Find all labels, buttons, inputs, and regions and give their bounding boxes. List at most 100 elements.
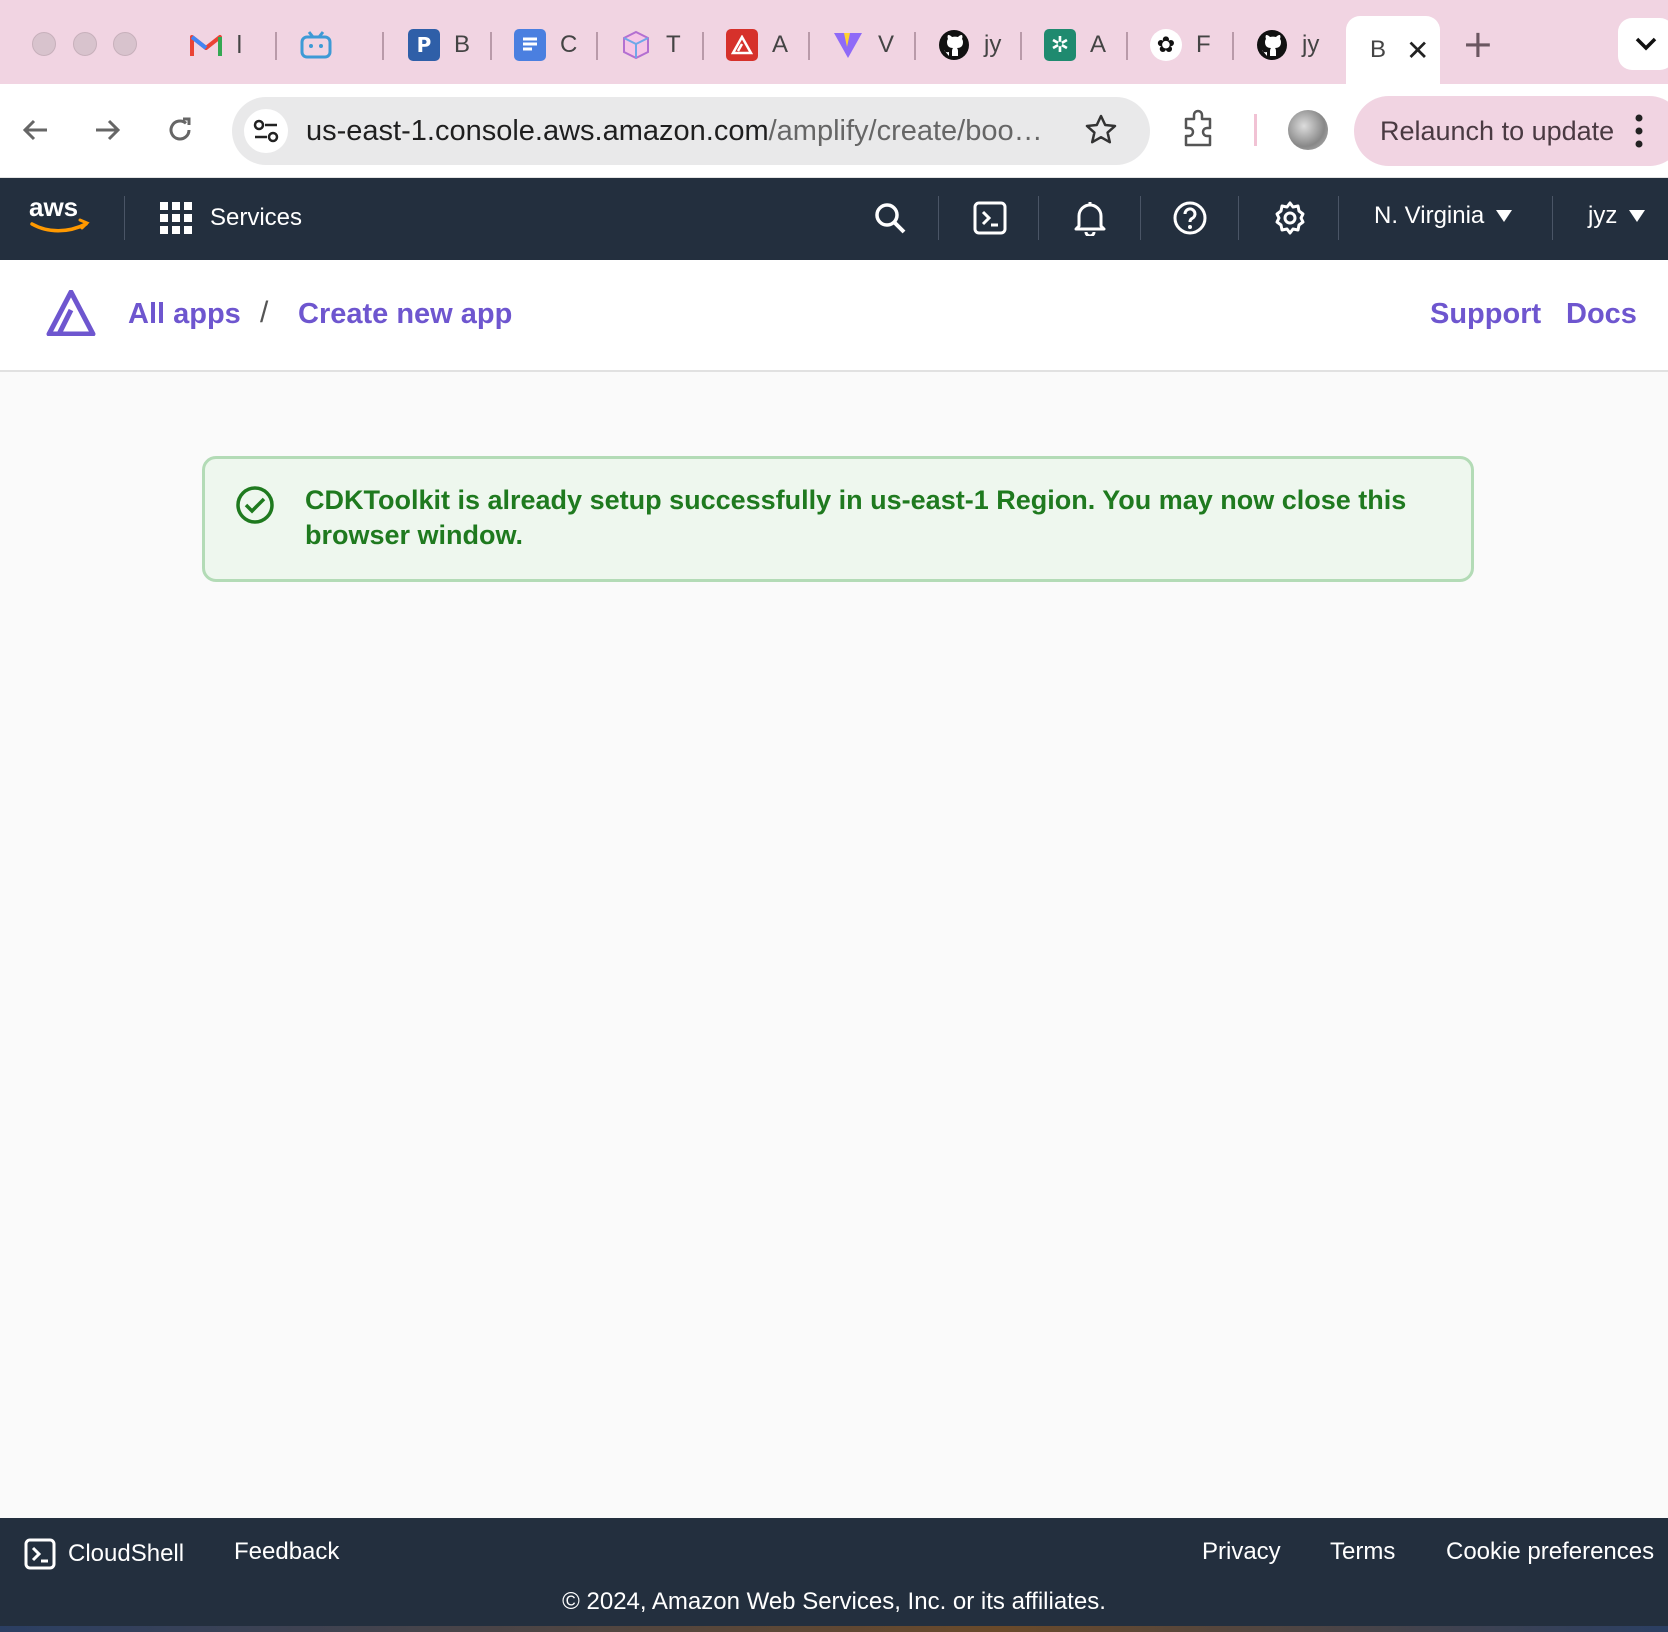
toolbar-separator (1254, 114, 1257, 146)
openai-icon: ✿ (1150, 29, 1182, 61)
notifications-button[interactable] (1070, 198, 1110, 238)
tab-separator (1020, 32, 1022, 60)
search-button[interactable] (870, 198, 910, 238)
address-bar[interactable]: us-east-1.console.aws.amazon.com/amplify… (232, 97, 1150, 165)
browser-tab[interactable]: ✲ A (1030, 24, 1106, 66)
tab-search-button[interactable] (1618, 18, 1668, 70)
browser-tab[interactable]: P B (394, 24, 470, 66)
p-app-icon: P (408, 29, 440, 61)
forward-button[interactable] (85, 108, 129, 152)
copyright-text: © 2024, Amazon Web Services, Inc. or its… (562, 1588, 1106, 1615)
browser-tab[interactable]: jy (1242, 24, 1319, 66)
browser-tab[interactable]: T (606, 24, 681, 66)
site-info-button[interactable] (244, 109, 288, 153)
tab-separator (382, 32, 384, 60)
profile-avatar[interactable] (1288, 110, 1328, 150)
browser-tab-strip: ⅼ P B C T A V jy ✲ A ✿ F jy B ✕ + (0, 0, 1668, 84)
cloudshell-footer-button[interactable]: CloudShell (24, 1538, 184, 1570)
browser-toolbar: us-east-1.console.aws.amazon.com/amplify… (0, 84, 1668, 178)
url-path: /amplify/create/boo… (768, 115, 1043, 147)
help-button[interactable] (1170, 198, 1210, 238)
tab-close-icon[interactable]: ✕ (1406, 34, 1429, 67)
region-label: N. Virginia (1374, 202, 1485, 229)
arrow-left-icon (22, 119, 47, 141)
account-menu[interactable]: jyz (1588, 202, 1646, 230)
nav-divider (1140, 196, 1141, 240)
tab-separator (914, 32, 916, 60)
check-circle-icon (235, 485, 275, 530)
support-link[interactable]: Support (1430, 298, 1541, 331)
more-vertical-icon (1635, 114, 1643, 148)
user-label: jyz (1588, 202, 1618, 229)
tab-separator (1232, 32, 1234, 60)
cookie-preferences-link[interactable]: Cookie preferences (1446, 1538, 1654, 1566)
caret-down-icon (1496, 210, 1513, 222)
tab-separator (275, 32, 277, 60)
caret-down-icon (1629, 210, 1646, 222)
terminal-icon (24, 1538, 56, 1570)
browser-tab[interactable]: jy (924, 24, 1001, 66)
window-zoom-button[interactable] (113, 32, 137, 56)
amplify-red-icon (726, 29, 758, 61)
tune-icon (253, 119, 279, 143)
nav-divider (1552, 196, 1553, 240)
relaunch-label: Relaunch to update (1380, 115, 1615, 146)
new-tab-button[interactable]: + (1462, 22, 1494, 66)
browser-tab[interactable]: A (712, 24, 788, 66)
reload-button[interactable] (158, 108, 202, 152)
tab-title: jy (1302, 31, 1320, 58)
feedback-link[interactable]: Feedback (234, 1538, 339, 1566)
amplify-logo-icon[interactable] (46, 289, 96, 341)
settings-button[interactable] (1270, 198, 1310, 238)
tab-separator (702, 32, 704, 60)
tab-title: A (772, 31, 789, 58)
aws-logo[interactable]: aws (28, 192, 94, 243)
url-host: us-east-1.console.aws.amazon.com (306, 115, 769, 147)
browser-tab[interactable]: ⅼ (176, 24, 243, 66)
breadcrumb-create-new-app[interactable]: Create new app (298, 298, 512, 331)
privacy-link[interactable]: Privacy (1202, 1538, 1281, 1566)
relaunch-to-update-button[interactable]: Relaunch to update (1354, 96, 1668, 166)
active-browser-tab[interactable]: B ✕ (1346, 16, 1440, 84)
tab-title: T (666, 31, 681, 58)
grid-icon (160, 202, 192, 234)
window-minimize-button[interactable] (73, 32, 97, 56)
services-menu-button[interactable]: Services (160, 202, 302, 234)
terminal-icon (973, 201, 1007, 235)
tab-title: A (1090, 31, 1107, 58)
search-icon (875, 203, 906, 234)
browser-tab[interactable]: V (818, 24, 894, 66)
back-button[interactable] (14, 108, 58, 152)
bookmark-star-icon[interactable] (1084, 113, 1118, 152)
github-icon (1256, 29, 1288, 61)
tab-separator (596, 32, 598, 60)
extensions-puzzle-icon[interactable] (1180, 109, 1216, 152)
chatgpt-green-icon: ✲ (1044, 29, 1076, 61)
tab-title: C (560, 31, 578, 58)
arrow-right-icon (96, 119, 121, 141)
browser-tab[interactable] (286, 24, 332, 66)
bilibili-icon (300, 29, 332, 61)
region-selector[interactable]: N. Virginia (1374, 202, 1513, 230)
services-label: Services (210, 204, 303, 231)
breadcrumb-separator: / (260, 296, 269, 329)
help-circle-icon (1173, 201, 1207, 235)
terms-link[interactable]: Terms (1330, 1538, 1395, 1566)
bell-icon (1074, 202, 1106, 236)
window-close-button[interactable] (32, 32, 56, 56)
docs-link[interactable]: Docs (1566, 298, 1637, 331)
gear-icon (1275, 201, 1305, 235)
nav-divider (1038, 196, 1039, 240)
breadcrumb-all-apps[interactable]: All apps (128, 298, 241, 331)
console-footer: CloudShell Feedback Privacy Terms Cookie… (0, 1518, 1668, 1632)
nav-divider (938, 196, 939, 240)
browser-tab[interactable]: C (500, 24, 577, 66)
cloudshell-button[interactable] (970, 198, 1010, 238)
aws-console-nav: aws Services N. Virginia jyz (0, 178, 1668, 260)
tab-title: B (454, 31, 471, 58)
tab-separator (808, 32, 810, 60)
browser-tab[interactable]: ✿ F (1136, 24, 1211, 66)
cube-icon (620, 29, 652, 61)
gmail-icon (190, 29, 222, 61)
nav-divider (1338, 196, 1339, 240)
